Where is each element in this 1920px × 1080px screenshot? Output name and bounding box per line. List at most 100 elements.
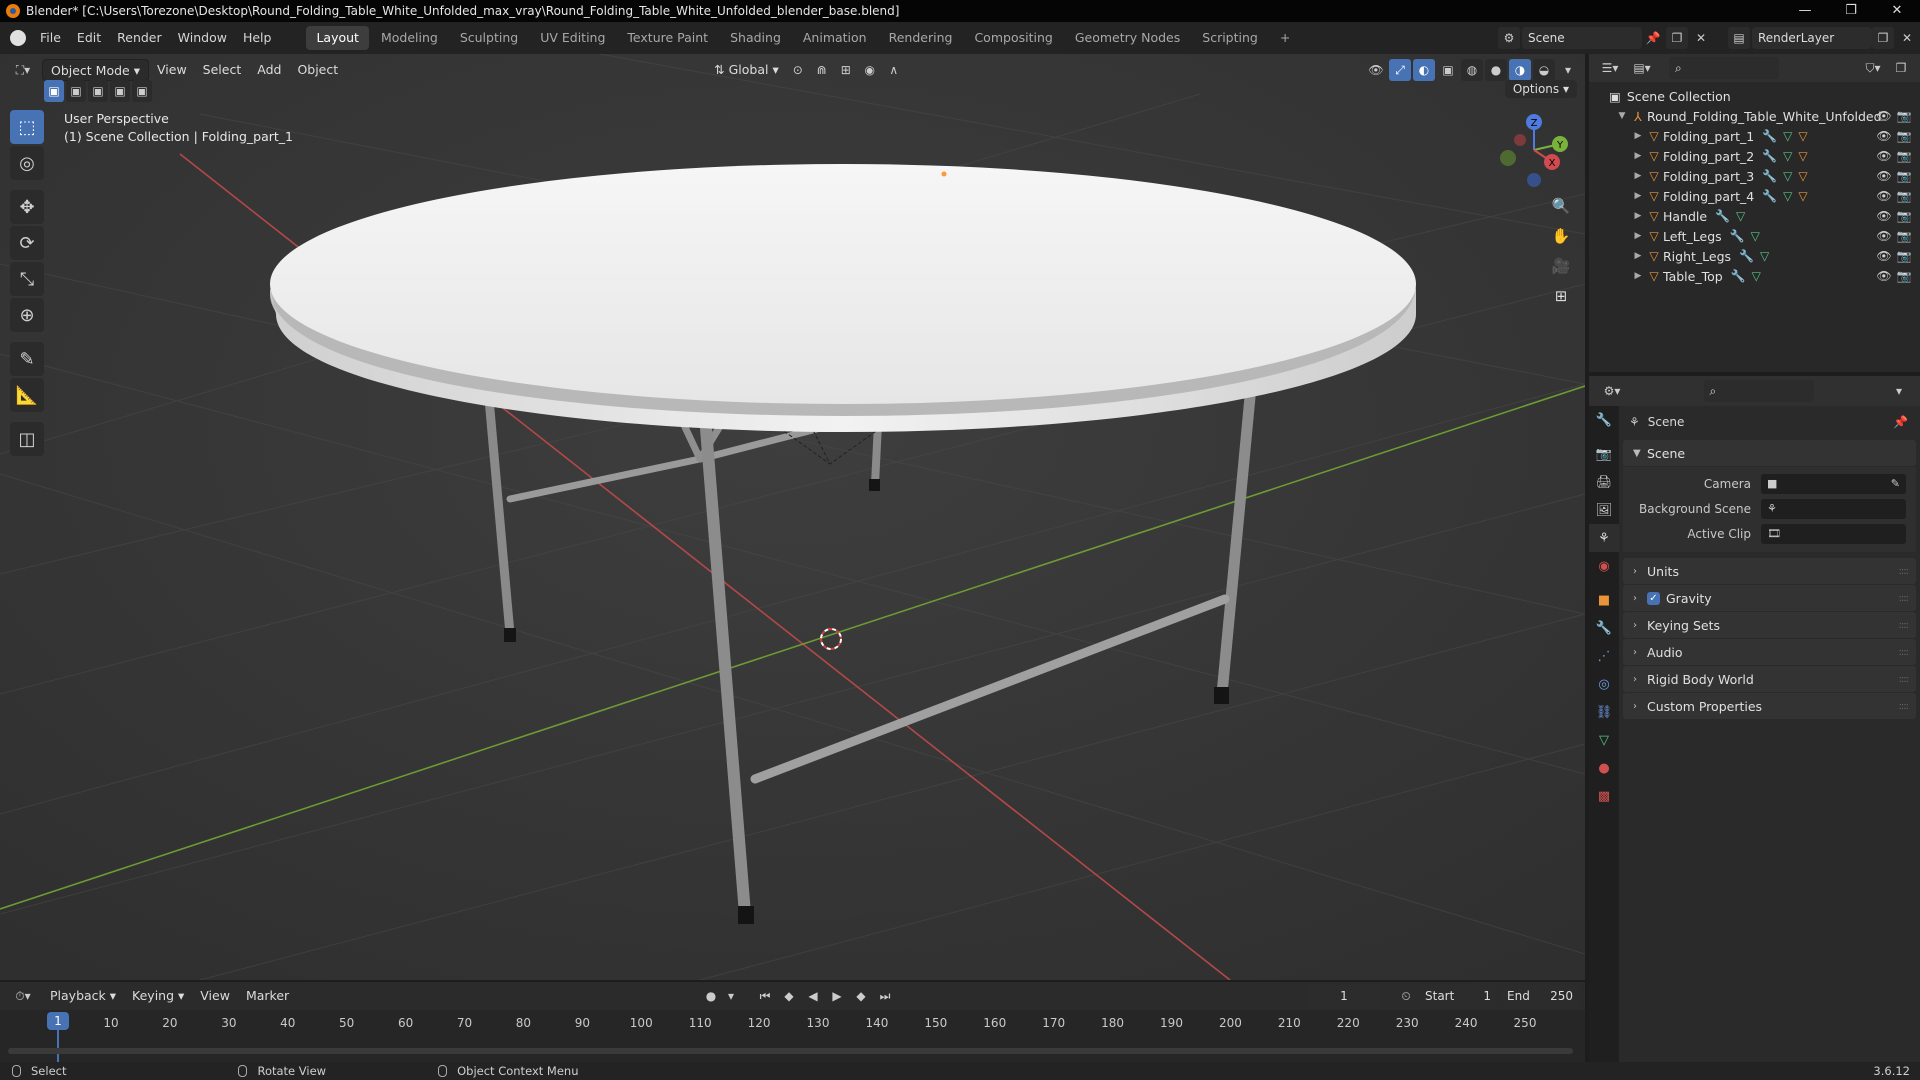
renderlayer-field[interactable]: RenderLayer: [1752, 27, 1872, 49]
outliner-row-object[interactable]: ▶ ▽ Right_Legs 🔧 ▽ 👁 📷: [1589, 246, 1920, 266]
snap-icon[interactable]: ⋒: [811, 59, 833, 81]
timeline-scrollbar[interactable]: [8, 1048, 1573, 1054]
preview-range-icon[interactable]: ⏲: [1395, 985, 1417, 1007]
viewport-menu-add[interactable]: Add: [249, 59, 289, 81]
properties-options-icon[interactable]: ▾: [1888, 380, 1910, 402]
material-icon[interactable]: ▽: [1798, 169, 1807, 183]
gravity-checkbox[interactable]: ✓: [1647, 591, 1660, 605]
current-frame-field[interactable]: 1: [1307, 985, 1381, 1007]
mesh-data-icon[interactable]: ▽: [1751, 229, 1760, 243]
material-shading-icon[interactable]: ◑: [1509, 59, 1531, 81]
eyedropper-icon[interactable]: ✎: [1891, 477, 1900, 490]
outliner-row-object[interactable]: ▶ ▽ Folding_part_1 🔧 ▽ ▽ 👁 📷: [1589, 126, 1920, 146]
expand-chevron-icon[interactable]: ▶: [1631, 151, 1645, 161]
outliner-row-collection[interactable]: ▼ ⅄ Round_Folding_Table_White_Unfolded 👁…: [1589, 106, 1920, 126]
properties-search-input[interactable]: ⌕: [1703, 380, 1814, 402]
camera-field[interactable]: ■ ✎: [1761, 473, 1906, 494]
drag-grip-icon[interactable]: ::::: [1899, 593, 1910, 604]
transform-tool-icon[interactable]: ⊕: [10, 298, 44, 332]
modifier-tab-icon[interactable]: 🔧: [1589, 614, 1619, 642]
material-icon[interactable]: ▽: [1798, 189, 1807, 203]
mesh-data-icon[interactable]: ▽: [1760, 249, 1769, 263]
options-dropdown[interactable]: Options ▾: [1504, 80, 1577, 98]
camera-icon[interactable]: 📷: [1894, 229, 1914, 243]
rotate-tool-icon[interactable]: ⟳: [10, 226, 44, 260]
menu-window[interactable]: Window: [170, 22, 235, 54]
outliner-row-object[interactable]: ▶ ▽ Handle 🔧 ▽ 👁 📷: [1589, 206, 1920, 226]
camera-icon[interactable]: 📷: [1894, 269, 1914, 283]
drag-grip-icon[interactable]: ::::: [1899, 674, 1910, 685]
outliner-row-object[interactable]: ▶ ▽ Left_Legs 🔧 ▽ 👁 📷: [1589, 226, 1920, 246]
eye-icon[interactable]: 👁: [1874, 109, 1894, 123]
drag-grip-icon[interactable]: ::::: [1899, 620, 1910, 631]
select-subtract-icon[interactable]: ▣: [88, 80, 108, 102]
tab-shading[interactable]: Shading: [720, 26, 791, 50]
mesh-data-icon[interactable]: ▽: [1783, 189, 1792, 203]
timeline-menu-view[interactable]: View: [192, 985, 238, 1007]
background-scene-field[interactable]: ⚘: [1761, 498, 1906, 519]
object-mode-dropdown[interactable]: Object Mode ▾: [42, 59, 149, 81]
select-box-tool-icon[interactable]: ⬚: [10, 110, 44, 144]
tab-texture-paint[interactable]: Texture Paint: [617, 26, 718, 50]
start-frame-field[interactable]: Start 1: [1419, 985, 1497, 1007]
pin-scene-icon[interactable]: 📌: [1642, 27, 1664, 49]
camera-icon[interactable]: 📷: [1894, 209, 1914, 223]
end-frame-field[interactable]: End 250: [1501, 985, 1579, 1007]
jump-start-icon[interactable]: ⏮: [754, 985, 776, 1007]
modifier-icon[interactable]: 🔧: [1762, 149, 1777, 163]
add-cube-tool-icon[interactable]: ◫: [10, 422, 44, 456]
modifier-icon[interactable]: 🔧: [1762, 129, 1777, 143]
select-new-icon[interactable]: ▣: [44, 80, 64, 102]
timeline-ruler[interactable]: 1 10 20 30 40 50 60 70 80 90 100 110 120 130 140 150 16…: [0, 1010, 1585, 1064]
tab-compositing[interactable]: Compositing: [964, 26, 1062, 50]
minimize-button[interactable]: —: [1782, 0, 1828, 22]
timeline-menu-playback[interactable]: Playback ▾: [42, 985, 124, 1007]
viewport-menu-view[interactable]: View: [149, 59, 195, 81]
select-extend-icon[interactable]: ▣: [66, 80, 86, 102]
pan-view-icon[interactable]: ✋: [1547, 222, 1575, 250]
outliner-row-object[interactable]: ▶ ▽ Folding_part_4 🔧 ▽ ▽ 👁 📷: [1589, 186, 1920, 206]
measure-tool-icon[interactable]: 📐: [10, 378, 44, 412]
editor-type-icon[interactable]: ⛶▾: [6, 59, 40, 81]
eye-icon[interactable]: 👁: [1874, 209, 1894, 223]
mesh-data-icon[interactable]: ▽: [1783, 149, 1792, 163]
record-icon[interactable]: ●: [700, 985, 722, 1007]
keying-sets-panel-header[interactable]: › Keying Sets ::::: [1623, 612, 1916, 638]
expand-chevron-icon[interactable]: ▶: [1631, 191, 1645, 201]
mesh-data-icon[interactable]: ▽: [1783, 129, 1792, 143]
expand-chevron-icon[interactable]: ▶: [1631, 211, 1645, 221]
tab-geometry-nodes[interactable]: Geometry Nodes: [1065, 26, 1190, 50]
play-reverse-icon[interactable]: ◀: [802, 985, 824, 1007]
eye-icon[interactable]: 👁: [1874, 269, 1894, 283]
remove-renderlayer-icon[interactable]: ✕: [1896, 27, 1918, 49]
rendered-shading-icon[interactable]: ◒: [1533, 59, 1555, 81]
gravity-panel-header[interactable]: › ✓ Gravity ::::: [1623, 585, 1916, 611]
pivot-point-icon[interactable]: ⊙: [787, 59, 809, 81]
transform-orientation-dropdown[interactable]: ⇅ Global ▾: [706, 59, 787, 81]
menu-edit[interactable]: Edit: [69, 22, 109, 54]
camera-icon[interactable]: 📷: [1894, 109, 1914, 123]
mesh-data-icon[interactable]: ▽: [1736, 209, 1745, 223]
camera-icon[interactable]: 📷: [1894, 149, 1914, 163]
output-tab-icon[interactable]: 🖨: [1589, 468, 1619, 496]
move-tool-icon[interactable]: ✥: [10, 190, 44, 224]
expand-chevron-icon[interactable]: ▶: [1631, 271, 1645, 281]
units-panel-header[interactable]: › Units ::::: [1623, 558, 1916, 584]
remove-scene-icon[interactable]: ✕: [1690, 27, 1712, 49]
modifier-icon[interactable]: 🔧: [1739, 249, 1754, 263]
modifier-icon[interactable]: 🔧: [1730, 229, 1745, 243]
solid-shading-icon[interactable]: ●: [1485, 59, 1507, 81]
properties-editor-type-icon[interactable]: ⚙▾: [1597, 380, 1627, 402]
camera-view-icon[interactable]: 🎥: [1547, 252, 1575, 280]
tab-animation[interactable]: Animation: [793, 26, 877, 50]
mesh-data-icon[interactable]: ▽: [1752, 269, 1761, 283]
drag-grip-icon[interactable]: ::::: [1899, 566, 1910, 577]
timeline-menu-keying[interactable]: Keying ▾: [124, 985, 192, 1007]
active-clip-field[interactable]: 🎞: [1761, 523, 1906, 544]
texture-tab-icon[interactable]: ▩: [1589, 782, 1619, 810]
mesh-data-icon[interactable]: ▽: [1783, 169, 1792, 183]
drag-grip-icon[interactable]: ::::: [1899, 647, 1910, 658]
render-tab-icon[interactable]: 📷: [1589, 440, 1619, 468]
eye-icon[interactable]: 👁: [1874, 249, 1894, 263]
expand-chevron-icon[interactable]: ▶: [1631, 171, 1645, 181]
